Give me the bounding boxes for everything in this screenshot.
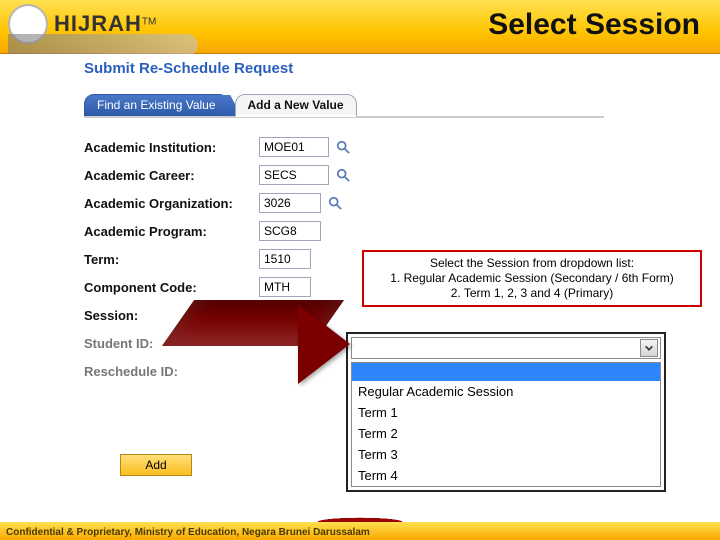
input-institution[interactable] <box>259 137 329 157</box>
session-option-term4[interactable]: Term 4 <box>352 465 660 486</box>
label-term: Term: <box>84 252 259 267</box>
label-career: Academic Career: <box>84 168 259 183</box>
search-icon[interactable] <box>335 139 351 155</box>
callout-line3: 2. Term 1, 2, 3 and 4 (Primary) <box>370 286 694 301</box>
row-program: Academic Program: <box>84 218 504 244</box>
session-option-regular[interactable]: Regular Academic Session <box>352 381 660 402</box>
session-option-term3[interactable]: Term 3 <box>352 444 660 465</box>
brand-name: HIJRAH <box>54 11 142 36</box>
pointer-arrow <box>236 300 346 390</box>
tab-find-label: Find an Existing Value <box>97 98 216 112</box>
label-reschedule-id: Reschedule ID: <box>84 364 259 379</box>
add-button[interactable]: Add <box>120 454 192 476</box>
label-organization: Academic Organization: <box>84 196 259 211</box>
chevron-down-icon[interactable] <box>640 339 658 357</box>
session-option-term2[interactable]: Term 2 <box>352 423 660 444</box>
session-option-blank[interactable] <box>352 363 660 381</box>
brand-swoosh <box>8 34 198 56</box>
session-select[interactable] <box>351 337 661 359</box>
instruction-callout: Select the Session from dropdown list: 1… <box>362 250 702 307</box>
page-body: Submit Re-Schedule Request Find an Exist… <box>0 54 720 540</box>
search-icon[interactable] <box>335 167 351 183</box>
label-component-code: Component Code: <box>84 280 259 295</box>
input-term[interactable] <box>259 249 311 269</box>
session-dropdown-panel: Regular Academic Session Term 1 Term 2 T… <box>346 332 666 492</box>
tab-add-label: Add a New Value <box>248 98 344 112</box>
search-icon[interactable] <box>327 195 343 211</box>
input-program[interactable] <box>259 221 321 241</box>
footer-text: Confidential & Proprietary, Ministry of … <box>6 527 370 538</box>
page-title: Select Session <box>488 8 700 42</box>
input-component-code[interactable] <box>259 277 311 297</box>
row-career: Academic Career: <box>84 162 504 188</box>
input-career[interactable] <box>259 165 329 185</box>
app-header: HIJRAHTM Select Session <box>0 0 720 54</box>
label-institution: Academic Institution: <box>84 140 259 155</box>
row-institution: Academic Institution: <box>84 134 504 160</box>
tabs: Find an Existing Value Add a New Value <box>84 94 357 116</box>
label-program: Academic Program: <box>84 224 259 239</box>
session-option-term1[interactable]: Term 1 <box>352 402 660 423</box>
callout-line1: Select the Session from dropdown list: <box>370 256 694 271</box>
input-organization[interactable] <box>259 193 321 213</box>
add-button-label: Add <box>145 458 166 472</box>
brand-tm: TM <box>142 17 156 28</box>
tab-add-new[interactable]: Add a New Value <box>235 94 357 116</box>
callout-line2: 1. Regular Academic Session (Secondary /… <box>370 271 694 286</box>
session-option-list: Regular Academic Session Term 1 Term 2 T… <box>351 362 661 487</box>
row-organization: Academic Organization: <box>84 190 504 216</box>
section-title: Submit Re-Schedule Request <box>84 60 293 77</box>
tab-find-existing[interactable]: Find an Existing Value <box>84 94 229 116</box>
brand-block: HIJRAHTM <box>8 4 156 44</box>
